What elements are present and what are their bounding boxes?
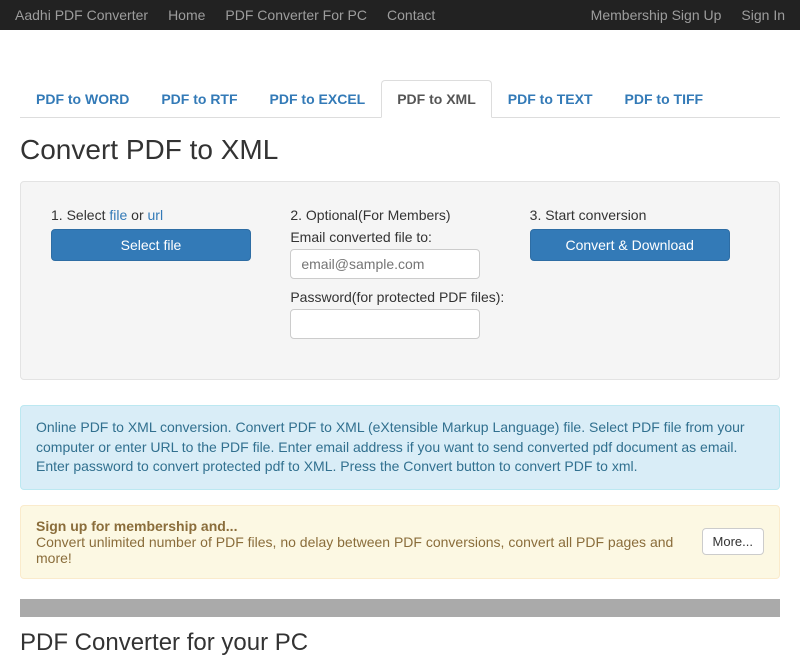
page-title: Convert PDF to XML (20, 134, 780, 166)
select-file-button[interactable]: Select file (51, 229, 251, 261)
pc-converter-title: PDF Converter for your PC (20, 629, 780, 657)
password-label: Password(for protected PDF files): (290, 289, 509, 305)
tab-pdf-to-text[interactable]: PDF to TEXT (492, 80, 609, 118)
tab-pdf-to-xml[interactable]: PDF to XML (381, 80, 492, 118)
step-1-label: 1. Select file or url (51, 207, 270, 223)
tabs: PDF to WORD PDF to RTF PDF to EXCEL PDF … (20, 80, 780, 118)
select-file-link[interactable]: file (109, 207, 127, 223)
email-label: Email converted file to: (290, 229, 509, 245)
step-2-label: 2. Optional(For Members) (290, 207, 509, 223)
nav-signup[interactable]: Membership Sign Up (591, 7, 722, 23)
password-input[interactable] (290, 309, 480, 339)
tab-pdf-to-excel[interactable]: PDF to EXCEL (254, 80, 382, 118)
nav-right: Membership Sign Up Sign In (591, 7, 785, 23)
membership-alert: Sign up for membership and... Convert un… (20, 505, 780, 579)
membership-body: Convert unlimited number of PDF files, n… (36, 534, 702, 566)
navbar: Aadhi PDF Converter Home PDF Converter F… (0, 0, 800, 30)
conversion-panel: 1. Select file or url Select file 2. Opt… (20, 181, 780, 380)
tab-pdf-to-tiff[interactable]: PDF to TIFF (609, 80, 720, 118)
nav-brand[interactable]: Aadhi PDF Converter (15, 7, 148, 23)
step-3: 3. Start conversion Convert & Download (530, 207, 749, 349)
nav-signin[interactable]: Sign In (741, 7, 785, 23)
membership-lead: Sign up for membership and... (36, 518, 702, 534)
nav-home[interactable]: Home (168, 7, 205, 23)
section-divider (20, 599, 780, 617)
more-button[interactable]: More... (702, 528, 764, 555)
info-alert: Online PDF to XML conversion. Convert PD… (20, 405, 780, 490)
select-url-link[interactable]: url (148, 207, 164, 223)
email-input[interactable] (290, 249, 480, 279)
tab-pdf-to-word[interactable]: PDF to WORD (20, 80, 145, 118)
step-2: 2. Optional(For Members) Email converted… (290, 207, 509, 349)
tab-pdf-to-rtf[interactable]: PDF to RTF (145, 80, 253, 118)
step-3-label: 3. Start conversion (530, 207, 749, 223)
nav-left: Aadhi PDF Converter Home PDF Converter F… (15, 7, 435, 23)
convert-button[interactable]: Convert & Download (530, 229, 730, 261)
nav-contact[interactable]: Contact (387, 7, 435, 23)
step-1: 1. Select file or url Select file (51, 207, 270, 349)
nav-pc[interactable]: PDF Converter For PC (225, 7, 367, 23)
